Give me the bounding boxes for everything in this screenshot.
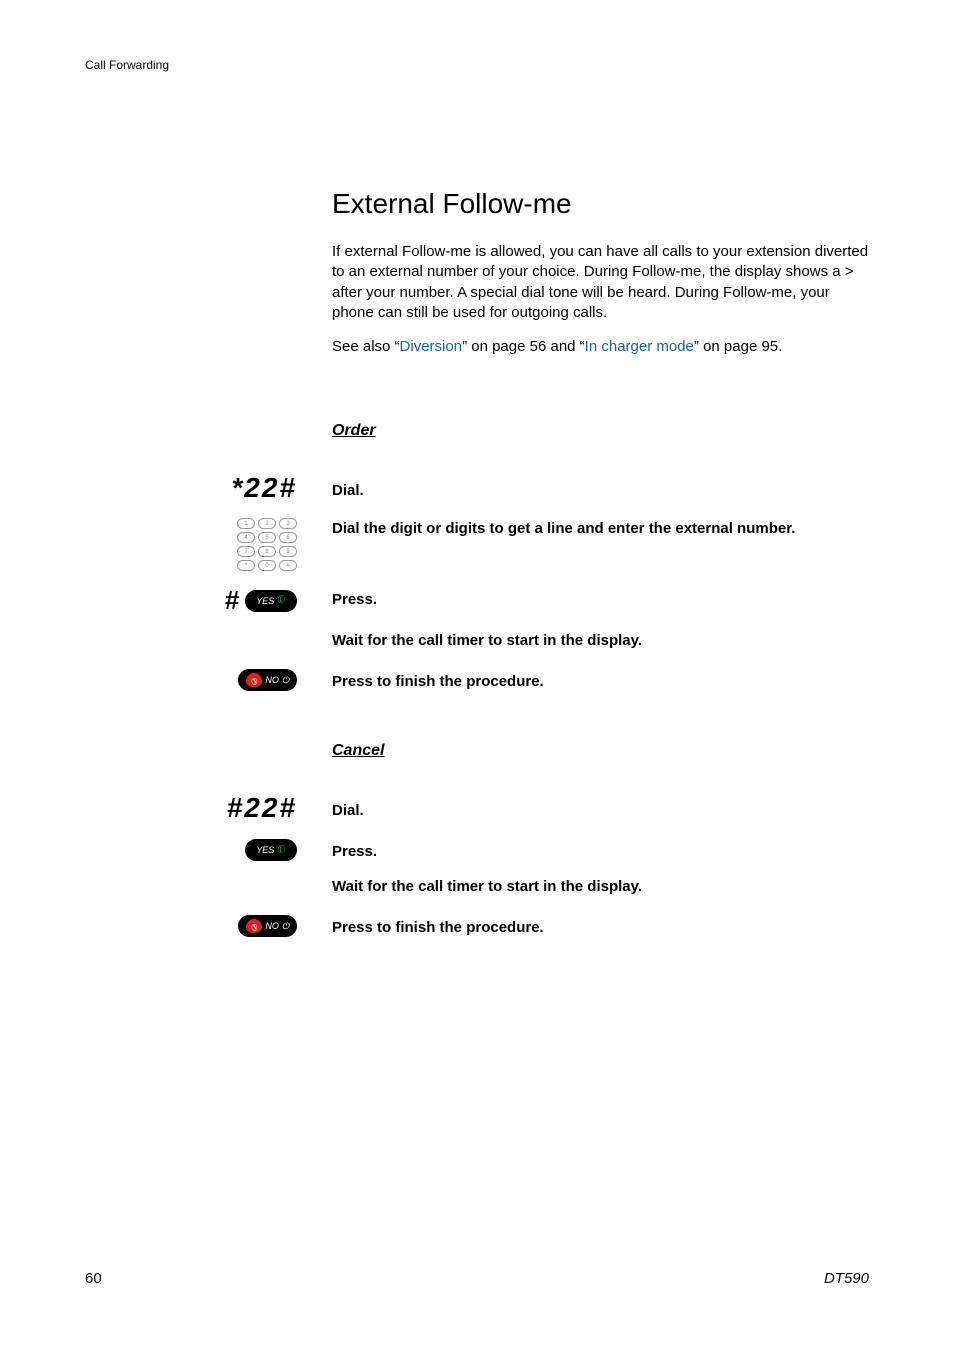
key-5: 5 xyxy=(258,532,276,543)
cancel-heading: Cancel xyxy=(332,740,875,762)
cancel-step-wait: Wait for the call timer to start in the … xyxy=(332,876,875,897)
see-also: See also “Diversion” on page 56 and “In … xyxy=(332,337,872,357)
key-8: 8 xyxy=(258,546,276,557)
diversion-link[interactable]: Diversion xyxy=(400,338,463,355)
key-2: 2 xyxy=(258,518,276,529)
order-dial-code: *22# xyxy=(231,472,297,504)
handset-green-icon: ✆ xyxy=(275,844,288,858)
model-label: DT590 xyxy=(824,1270,869,1287)
power-icon: ⏻ xyxy=(282,675,289,686)
key-4: 4 xyxy=(237,532,255,543)
order-section: Order *22# Dial. 1 2 3 4 5 6 7 8 9 * 0 #… xyxy=(85,420,875,706)
page-number: 60 xyxy=(85,1270,102,1287)
see-also-mid1: ” on page 56 and “ xyxy=(462,338,585,355)
intro-paragraph: If external Follow-me is allowed, you ca… xyxy=(332,242,872,323)
cancel-dial-code: #22# xyxy=(227,792,297,824)
power-icon: ⏻ xyxy=(282,921,289,932)
key-9: 9 xyxy=(279,546,297,557)
order-step-dial: Dial. xyxy=(332,472,875,501)
charger-mode-link[interactable]: In charger mode xyxy=(585,338,694,355)
cancel-step-press-no: Press to finish the procedure. xyxy=(332,914,875,938)
cancel-step-dial: Dial. xyxy=(332,792,875,821)
no-button-icon: ✆ NO ⏻ xyxy=(238,915,297,937)
no-label: NO xyxy=(265,921,279,931)
keypad-icon: 1 2 3 4 5 6 7 8 9 * 0 # xyxy=(237,518,297,571)
no-label: NO xyxy=(265,675,279,685)
handset-green-icon: ✆ xyxy=(275,594,288,608)
order-step-digits: Dial the digit or digits to get a line a… xyxy=(332,518,875,539)
order-step-press-yes: Press. xyxy=(332,585,875,610)
main-content: External Follow-me If external Follow-me… xyxy=(332,188,872,357)
hash-symbol: # xyxy=(225,585,239,616)
see-also-mid2: ” on page 95. xyxy=(694,338,782,355)
yes-button-icon: YES ✆ xyxy=(245,839,297,861)
yes-button-icon: YES ✆ xyxy=(245,590,297,612)
key-7: 7 xyxy=(237,546,255,557)
section-title: External Follow-me xyxy=(332,188,872,220)
order-step-wait: Wait for the call timer to start in the … xyxy=(332,630,875,651)
cancel-section: Cancel #22# Dial. YES ✆ Press. Wait for … xyxy=(85,740,875,952)
key-3: 3 xyxy=(279,518,297,529)
cancel-step-press-yes: Press. xyxy=(332,838,875,862)
key-6: 6 xyxy=(279,532,297,543)
handset-red-icon: ✆ xyxy=(246,919,262,933)
yes-label: YES xyxy=(256,596,274,606)
see-also-prefix: See also “ xyxy=(332,338,400,355)
handset-red-icon: ✆ xyxy=(246,673,262,687)
key-hash: # xyxy=(279,560,297,571)
yes-label: YES xyxy=(256,845,274,855)
key-star: * xyxy=(237,560,255,571)
order-heading: Order xyxy=(332,420,875,442)
order-step-press-no: Press to finish the procedure. xyxy=(332,668,875,692)
no-button-icon: ✆ NO ⏻ xyxy=(238,669,297,691)
key-1: 1 xyxy=(237,518,255,529)
key-0: 0 xyxy=(258,560,276,571)
page-header: Call Forwarding xyxy=(85,58,169,72)
